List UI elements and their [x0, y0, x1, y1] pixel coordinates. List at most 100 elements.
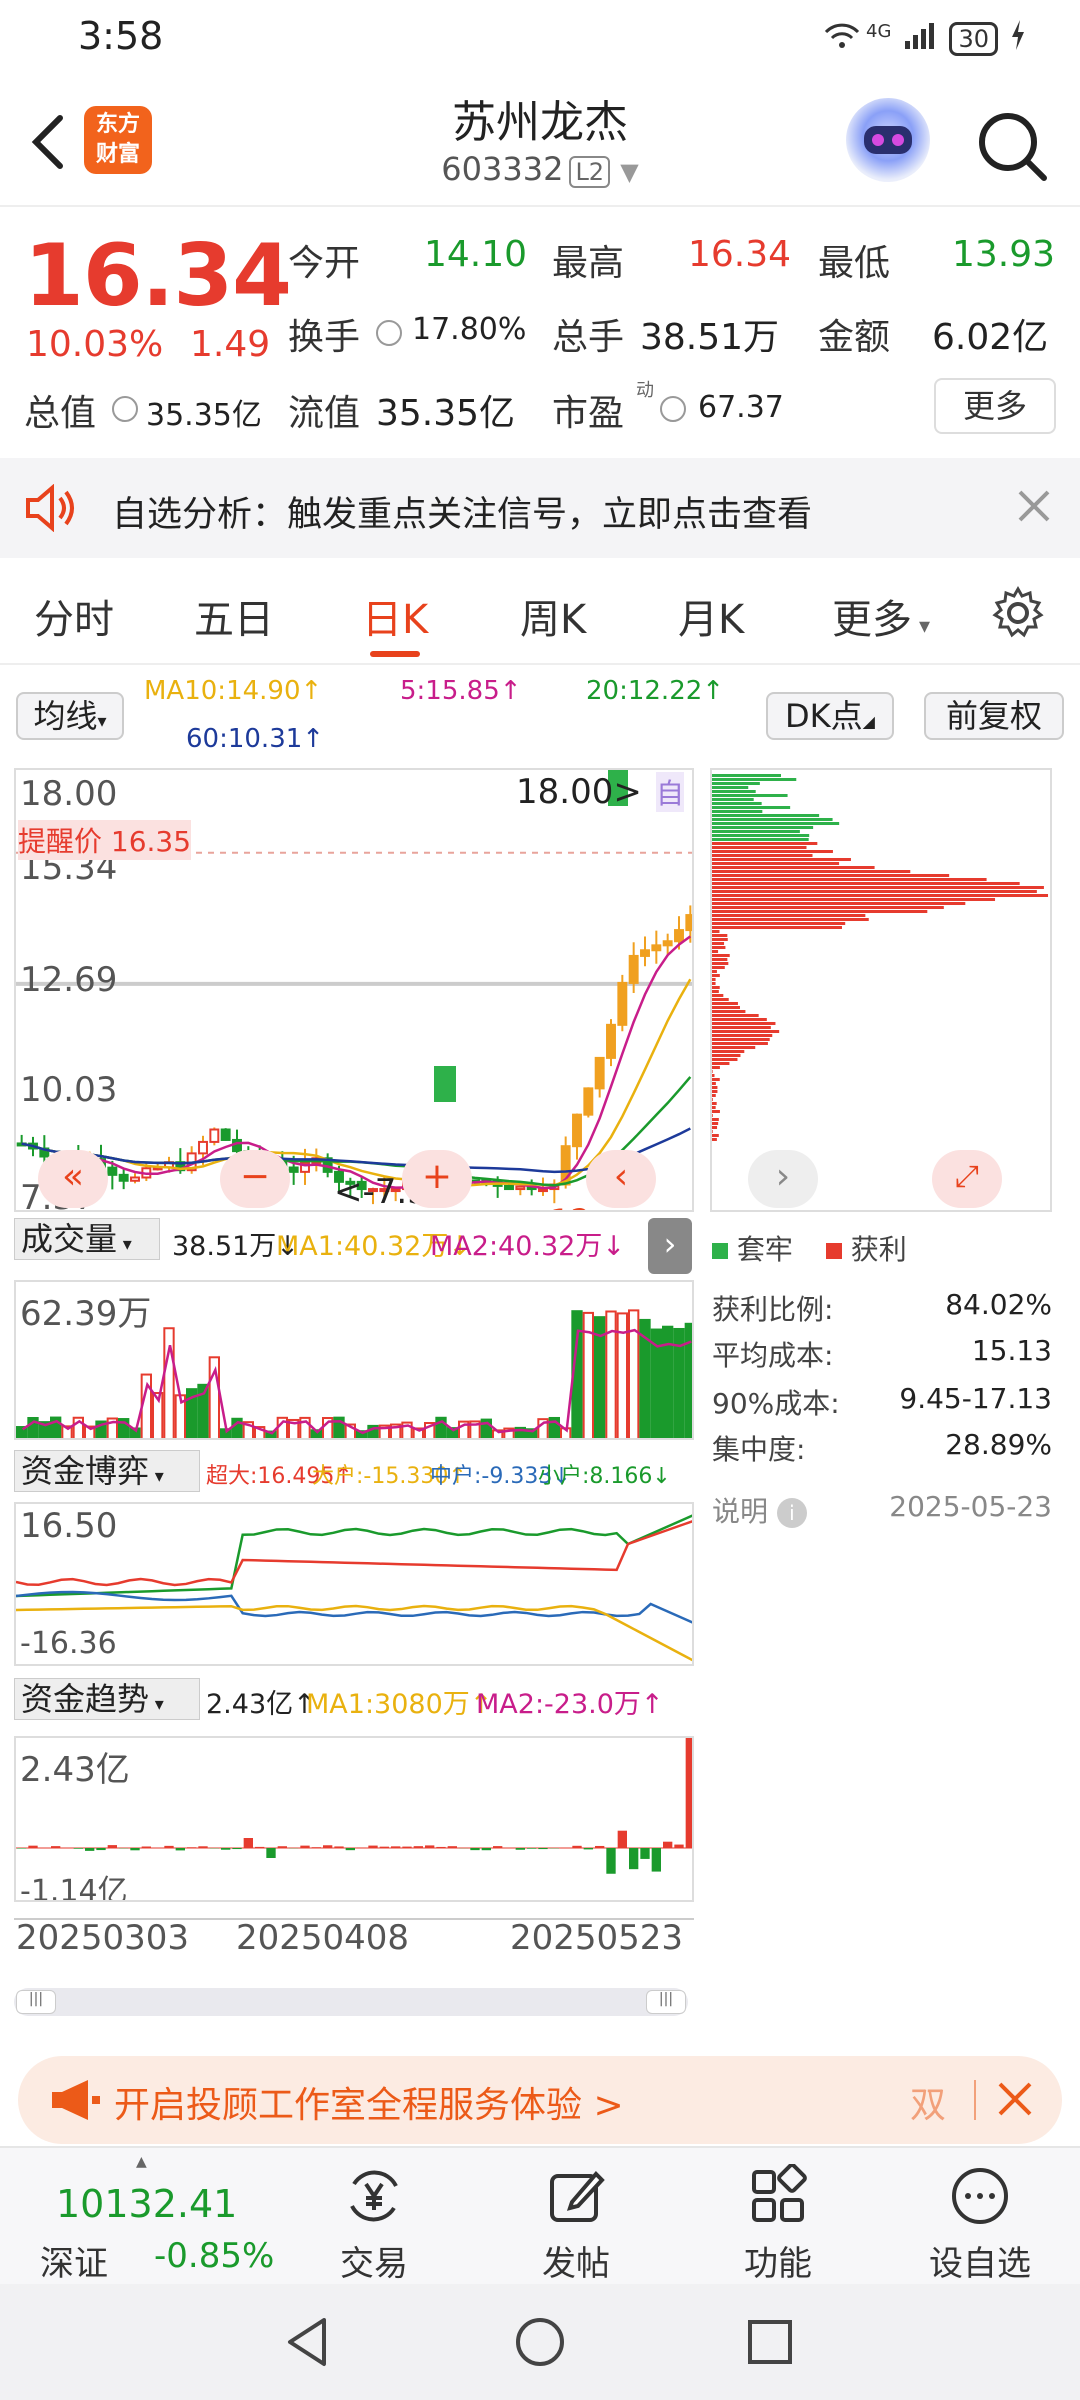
info-icon[interactable]	[376, 320, 402, 346]
range-left-handle[interactable]: |||	[16, 1990, 56, 2014]
index-name: 深证	[40, 2244, 108, 2284]
step-left-button[interactable]: ‹	[586, 1150, 656, 1208]
chip-bar	[712, 1006, 740, 1009]
chip-bar	[712, 966, 725, 969]
candlestick-panel[interactable]: 18.00 15.34 12.69 10.03 7.37 提醒价 16.35 1…	[14, 768, 694, 1212]
range-scrollbar[interactable]: ||| |||	[14, 1988, 688, 2016]
scroll-left-button[interactable]: «	[38, 1150, 108, 1208]
volume-panel[interactable]: 62.39万	[14, 1280, 694, 1440]
zoom-out-button[interactable]: −	[220, 1150, 290, 1208]
trend-bar	[266, 1848, 276, 1858]
alert-price-label[interactable]: 提醒价 16.35	[18, 820, 192, 860]
candle-body	[674, 929, 684, 943]
close-icon[interactable]	[996, 2080, 1034, 2122]
chip-distribution-panel[interactable]: › ⤢	[710, 768, 1052, 1212]
candle-body	[606, 1023, 616, 1059]
battery-icon: 30	[949, 21, 998, 56]
bottom-nav: ▲ 10132.41 深证 -0.85% 交易 发帖 功能 设自选	[0, 2146, 1080, 2284]
ma10-line	[21, 978, 692, 1188]
info-icon: i	[776, 1498, 807, 1528]
mktcap-value: 35.35亿	[146, 398, 262, 433]
zoom-in-button[interactable]: +	[402, 1150, 472, 1208]
trend-bar	[164, 1845, 174, 1848]
index-widget[interactable]: ▲ 10132.41 深证 -0.85%	[20, 2154, 290, 2284]
tab-more[interactable]: 更多 ▾	[832, 587, 930, 645]
ma-selector[interactable]: 均线▾	[16, 692, 124, 740]
system-recents-icon[interactable]	[742, 2314, 798, 2374]
advisor-ad-banner[interactable]: 开启投顾工作室全程服务体验 > 双	[18, 2056, 1062, 2144]
analysis-banner[interactable]: 自选分析：触发重点关注信号，立即点击查看	[0, 458, 1080, 558]
tab-daily-k[interactable]: 日K	[362, 587, 428, 657]
nav-add-watchlist[interactable]: 设自选	[900, 2164, 1060, 2285]
chip-bar	[712, 1102, 717, 1105]
collapse-side-button[interactable]: ›	[648, 1218, 692, 1274]
chip-bar	[712, 1018, 767, 1021]
trend-ma2: MA2:-23.0万↑	[476, 1689, 664, 1720]
change-amount: 1.49	[190, 324, 271, 365]
ma10-legend: MA10:14.90↑	[144, 676, 323, 706]
ad-divider	[974, 2080, 976, 2120]
trend-bar	[640, 1848, 650, 1859]
info-icon[interactable]	[660, 396, 686, 422]
volume-bar	[163, 1327, 175, 1438]
search-icon	[979, 113, 1047, 181]
adjust-button[interactable]: 前复权	[924, 692, 1064, 740]
trend-bar	[595, 1845, 605, 1848]
chip-date: 2025-05-23	[889, 1490, 1052, 1523]
chip-bar	[712, 1094, 716, 1097]
chip-bar	[712, 1002, 738, 1005]
nav-functions[interactable]: 功能	[698, 2164, 858, 2285]
dk-point-button[interactable]: DK点◢	[766, 692, 894, 740]
tab-five-day[interactable]: 五日	[194, 587, 274, 645]
volume-selector[interactable]: 成交量 ▾	[14, 1218, 160, 1260]
fund-trend-label: 资金趋势	[21, 1680, 150, 1718]
fund-trend-panel[interactable]: 2.43亿 -1.14亿	[14, 1736, 694, 1902]
trend-bar	[527, 1848, 537, 1849]
fund-game-selector[interactable]: 资金博弈 ▾	[14, 1450, 200, 1492]
caret-down-icon: ▾	[97, 711, 107, 732]
tab-intraday[interactable]: 分时	[34, 587, 114, 645]
high-marker: 18.00>	[516, 772, 642, 812]
open-value: 14.10	[424, 234, 528, 275]
chip-bar	[712, 910, 928, 913]
stat-label: 90%成本:	[712, 1387, 840, 1420]
nav-post[interactable]: 发帖	[496, 2164, 656, 2285]
expand-icon[interactable]: ⤢	[932, 1150, 1002, 1208]
amount-value: 6.02亿	[932, 317, 1049, 358]
chip-bar	[712, 1050, 745, 1053]
tab-monthly-k[interactable]: 月K	[678, 587, 744, 645]
chip-note-row[interactable]: 说明 i 2025-05-23	[712, 1490, 1052, 1530]
info-icon[interactable]	[112, 396, 138, 422]
fund-game-panel[interactable]: 16.50 -16.36	[14, 1502, 694, 1666]
chip-bar	[712, 850, 833, 853]
tab-weekly-k[interactable]: 周K	[520, 587, 586, 645]
trend-bar	[187, 1847, 197, 1848]
fund-trend-selector[interactable]: 资金趋势 ▾	[14, 1678, 200, 1720]
search-button[interactable]	[972, 106, 1052, 186]
trend-bar	[73, 1848, 83, 1849]
trend-bar	[232, 1848, 242, 1850]
ma5-line	[21, 935, 692, 1190]
edit-icon	[550, 2171, 605, 2222]
system-back-icon[interactable]	[280, 2314, 336, 2374]
candle-body	[220, 1128, 231, 1141]
last-price: 16.34	[24, 226, 292, 326]
caret-down-icon: ▼	[620, 158, 639, 186]
chart-settings-button[interactable]	[990, 585, 1046, 645]
ma60-legend: 60:10.31↑	[186, 724, 325, 754]
more-quote-button[interactable]: 更多	[934, 378, 1056, 434]
chip-bar	[712, 998, 729, 1001]
nav-trade[interactable]: 交易	[294, 2164, 454, 2285]
range-right-handle[interactable]: |||	[646, 1990, 686, 2014]
chip-next-button[interactable]: ›	[748, 1150, 818, 1208]
turnover-label: 换手	[288, 317, 361, 358]
fund-game-svg	[16, 1514, 692, 1662]
close-icon[interactable]	[1016, 488, 1052, 528]
assistant-robot-icon[interactable]	[846, 98, 930, 182]
system-home-icon[interactable]	[512, 2314, 568, 2374]
stat-value: 28.89%	[945, 1428, 1052, 1461]
legend-swatch-trapped	[712, 1243, 728, 1259]
trend-bar	[175, 1848, 185, 1851]
chip-bar	[712, 1038, 770, 1041]
chip-bar	[712, 990, 719, 993]
